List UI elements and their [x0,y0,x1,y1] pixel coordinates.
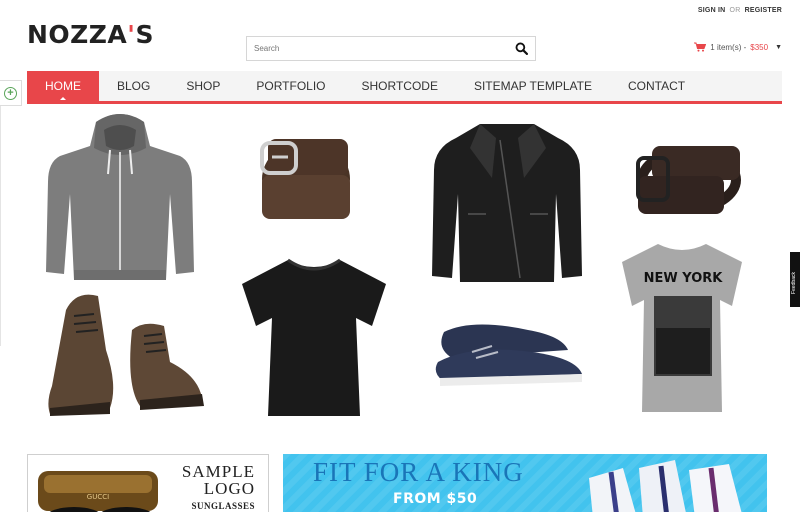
sign-in-link[interactable]: SIGN IN [698,7,725,14]
product-brown-belt[interactable] [258,135,354,221]
product-brown-boots[interactable] [46,290,208,418]
site-logo[interactable]: NOZZA'S [27,20,154,49]
nav-item-sitemap-template[interactable]: SITEMAP TEMPLATE [456,71,610,101]
plus-icon: + [4,86,17,100]
main-nav: HOME BLOG SHOP PORTFOLIO SHORTCODE SITEM… [27,71,782,104]
product-black-leather-jacket[interactable] [430,118,584,286]
dress-shirts-image [589,460,742,512]
feedback-tab[interactable]: Feedback [790,252,800,307]
cart-icon [694,42,707,52]
search-input[interactable] [247,37,497,60]
product-navy-boat-shoes[interactable] [432,318,586,388]
logo-text-main: NOZZA [27,20,128,49]
sunglasses-image: GUCCI [38,471,158,512]
side-divider [0,106,1,346]
product-new-york-tshirt[interactable]: NEW YORK [620,240,744,416]
banner-subline: FROM $50 [393,491,478,507]
banner-sample-logo[interactable]: GUCCI SAMPLE LOGO SUNGLASSES [27,454,269,512]
nav-item-contact[interactable]: CONTACT [610,71,703,101]
feedback-label: Feedback [790,272,797,294]
brand-text: GUCCI [87,493,109,501]
nav-item-blog[interactable]: BLOG [99,71,168,101]
side-panel-toggle[interactable]: + [0,80,22,106]
product-grey-hoodie[interactable] [44,112,196,287]
nav-item-shortcode[interactable]: SHORTCODE [344,71,456,101]
banner-fit-for-a-king[interactable]: FIT FOR A KING FROM $50 [283,454,767,512]
nav-item-portfolio[interactable]: PORTFOLIO [238,71,343,101]
account-links: SIGN IN OR REGISTER [698,7,782,14]
cart-items-text: 1 item(s) - [710,42,747,52]
tshirt-print-text: NEW YORK [644,271,724,286]
or-separator: OR [729,7,741,14]
search-icon[interactable] [515,42,528,55]
banner-headline: FIT FOR A KING [313,457,524,487]
product-black-tshirt[interactable] [238,256,390,420]
product-dark-belt[interactable] [634,140,744,220]
logo-text-end: S [135,20,154,49]
cart-price: $350 [750,42,769,52]
banner-logo-line2: LOGO [203,479,255,498]
nav-item-home[interactable]: HOME [27,71,99,101]
mini-cart[interactable]: 1 item(s) - $350 ▼ [694,42,782,52]
nav-item-shop[interactable]: SHOP [168,71,238,101]
chevron-down-icon[interactable]: ▼ [775,44,782,51]
banner-logo-line3: SUNGLASSES [191,501,255,511]
search-bar [246,36,536,61]
register-link[interactable]: REGISTER [745,7,782,14]
